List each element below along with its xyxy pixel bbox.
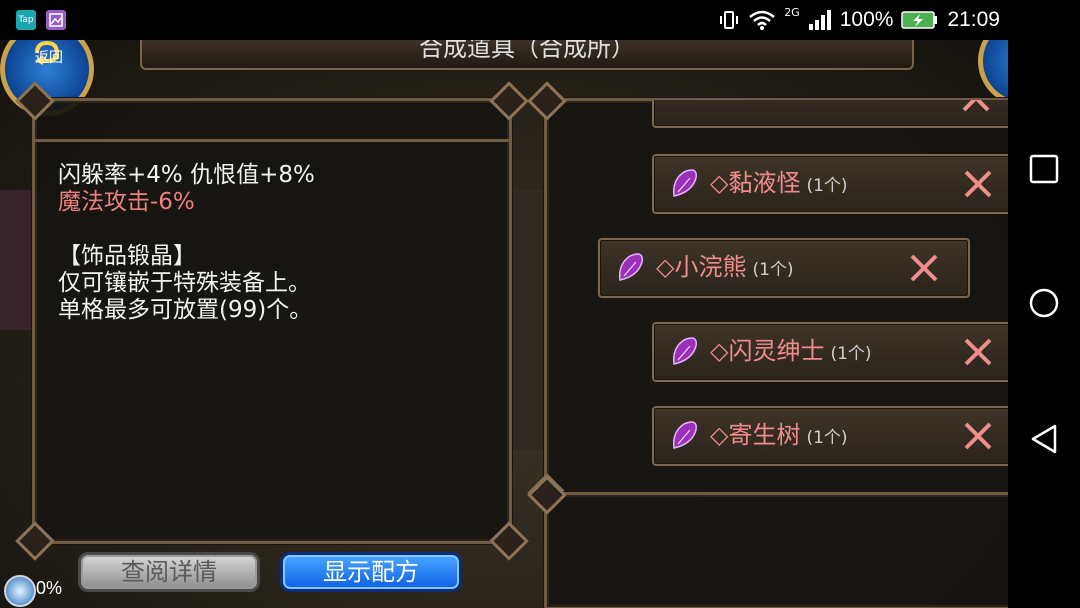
ingredient-item[interactable]: ◇黏液怪 (1个)	[652, 154, 1008, 214]
frame-corner-ornament	[489, 81, 529, 121]
menu-orb-button[interactable]	[978, 40, 1008, 106]
ingredient-name: ◇小浣熊 (1个)	[656, 253, 794, 281]
tap-app-icon: Tap	[16, 10, 36, 30]
remove-icon[interactable]	[962, 420, 994, 452]
ingredient-name: ◇黏液怪 (1个)	[710, 169, 848, 197]
remove-icon[interactable]	[908, 252, 940, 284]
ingredient-item[interactable]: ◇寄生树 (1个)	[652, 406, 1008, 466]
title-bar: 合成道具（合成所）	[140, 40, 914, 70]
panel-divider	[35, 139, 509, 142]
status-bar: Tap 2G 100% 21:09	[0, 0, 1080, 40]
item-description: 闪躲率+4% 仇恨值+8% 魔法攻击-6% 【饰品锻晶】 仅可镶嵌于特殊装备上。…	[58, 162, 498, 324]
loading-percent: 0%	[36, 578, 63, 598]
recents-icon[interactable]	[1029, 154, 1059, 184]
crystal-icon	[672, 337, 697, 365]
battery-charging-icon	[901, 11, 938, 29]
back-nav-icon[interactable]	[1029, 424, 1059, 454]
clock: 21:09	[947, 8, 1000, 31]
ingredient-name: ◇寄生树 (1个)	[710, 421, 848, 449]
view-details-button[interactable]: 查阅详情	[78, 552, 260, 592]
crystal-icon	[618, 253, 643, 281]
ingredient-item-selected[interactable]: ◇小浣熊 (1个)	[598, 238, 970, 298]
gallery-app-icon	[46, 10, 66, 30]
home-icon[interactable]	[1029, 288, 1059, 318]
frame-corner-ornament	[489, 521, 529, 561]
network-type: 2G	[784, 5, 800, 19]
back-label: 返回	[35, 50, 63, 66]
navigation-bar	[1008, 40, 1080, 608]
remove-icon[interactable]	[962, 336, 994, 368]
ingredient-item[interactable]: ◇闪灵绅士 (1个)	[652, 322, 1008, 382]
stat-penalty-line: 魔法攻击-6%	[58, 189, 195, 215]
stat-line: 闪躲率+4% 仇恨值+8%	[58, 162, 315, 188]
game-screen: 合成道具（合成所） 返回 闪躲率+4% 仇恨值+8% 魔法攻击-6% 【饰品锻晶…	[0, 40, 1008, 608]
frame-corner-ornament	[15, 521, 55, 561]
ingredient-name: ◇闪灵绅士 (1个)	[710, 337, 872, 365]
remove-icon[interactable]	[962, 168, 994, 200]
signal-icon	[808, 10, 831, 30]
wifi-icon	[749, 10, 775, 30]
frame-corner-ornament	[527, 81, 567, 121]
crystal-icon	[672, 421, 697, 449]
show-recipe-button[interactable]: 显示配方	[280, 552, 462, 592]
battery-percent: 100%	[839, 8, 894, 31]
page-title: 合成道具（合成所）	[419, 40, 635, 62]
item-stack-note: 单格最多可放置(99)个。	[58, 297, 313, 323]
recipe-detail-panel	[527, 475, 1008, 608]
status-icons: 2G 100% 21:09	[718, 6, 1000, 34]
item-category: 【饰品锻晶】	[58, 243, 196, 269]
loading-spinner-icon	[4, 575, 36, 607]
item-usage-note: 仅可镶嵌于特殊装备上。	[58, 270, 311, 296]
crystal-icon	[672, 169, 697, 197]
vibrate-icon	[720, 11, 739, 29]
